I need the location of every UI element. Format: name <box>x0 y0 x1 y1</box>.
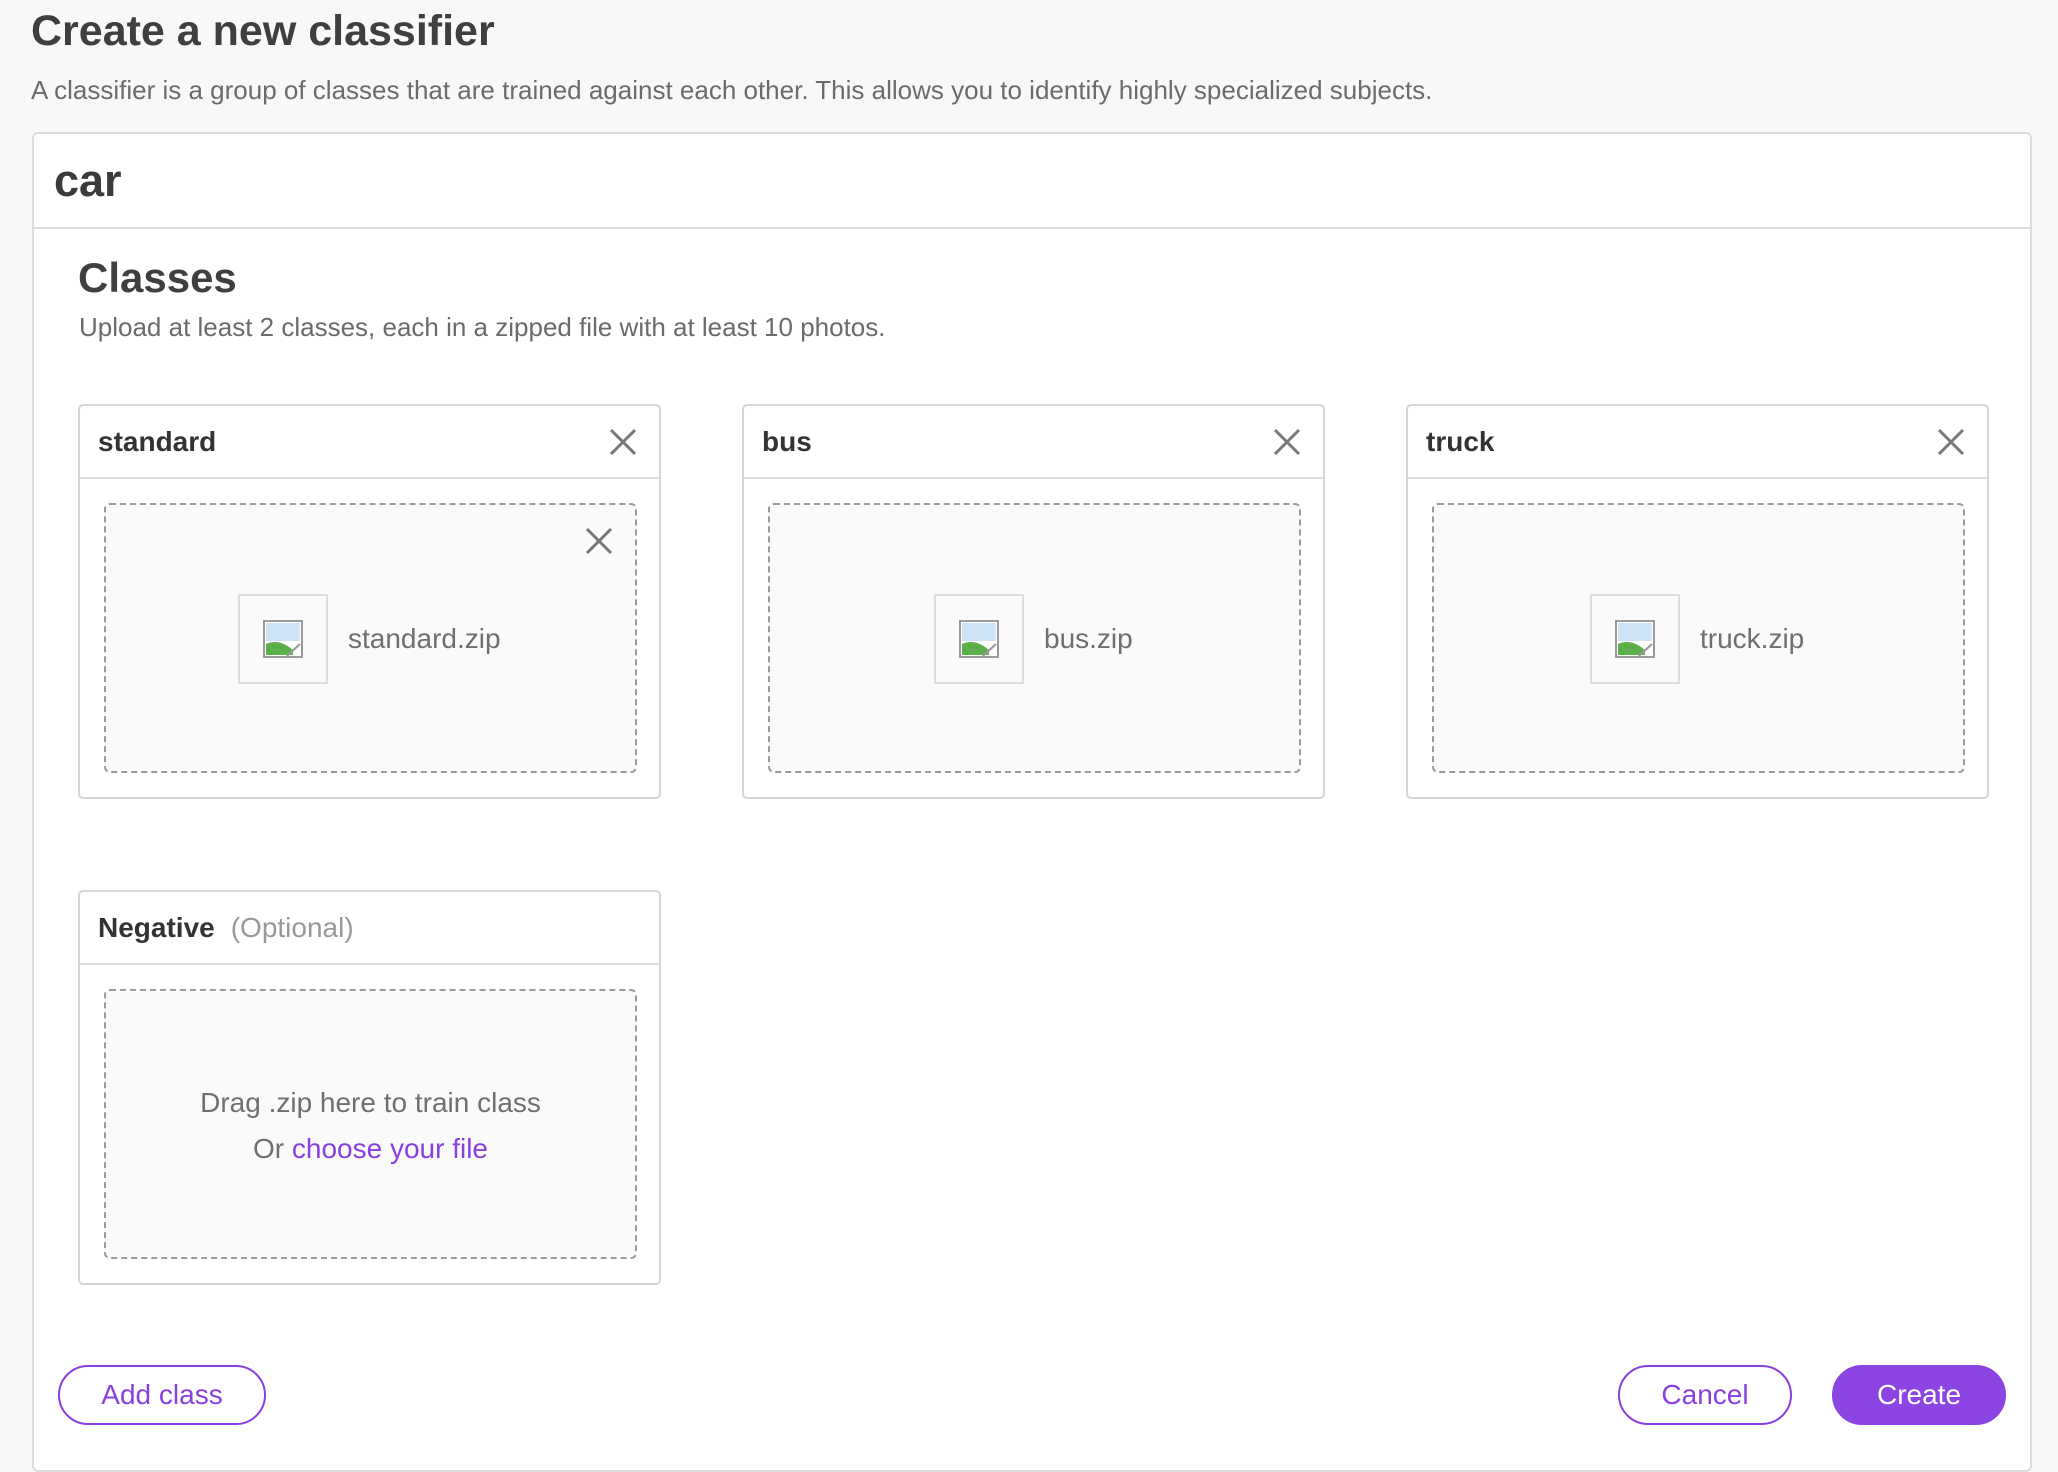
file-name: truck.zip <box>1700 623 1805 654</box>
class-card-header: bus <box>744 406 1323 479</box>
classifier-name-row <box>34 134 2030 229</box>
choose-file-line: Or choose your file <box>106 1133 635 1165</box>
broken-image-icon <box>1590 594 1680 684</box>
negative-title-group: Negative (Optional) <box>98 912 354 944</box>
class-card-bus: bus bus.zip <box>742 404 1325 799</box>
create-button[interactable]: Create <box>1832 1365 2006 1425</box>
classes-description: Upload at least 2 classes, each in a zip… <box>79 312 886 342</box>
negative-class-card: Negative (Optional) Drag .zip here to tra… <box>78 890 661 1285</box>
file-name: standard.zip <box>348 623 501 654</box>
class-name: bus <box>762 425 812 457</box>
class-dropzone[interactable]: standard.zip <box>104 503 637 773</box>
or-text: Or <box>253 1133 285 1164</box>
page-title: Create a new classifier <box>31 7 495 55</box>
page-subtitle: A classifier is a group of classes that … <box>31 75 1433 105</box>
negative-dropzone[interactable]: Drag .zip here to train class Or choose … <box>104 989 637 1259</box>
drop-instructions: Drag .zip here to train class <box>200 1087 541 1118</box>
close-icon[interactable] <box>605 424 641 460</box>
file-name: bus.zip <box>1044 623 1133 654</box>
class-card-header: truck <box>1408 406 1987 479</box>
class-card-header: standard <box>80 406 659 479</box>
uploaded-file: bus.zip <box>934 594 1133 684</box>
class-name: standard <box>98 425 217 457</box>
cancel-button[interactable]: Cancel <box>1618 1365 1792 1425</box>
close-icon[interactable] <box>1933 424 1969 460</box>
class-card-truck: truck truck.zip <box>1406 404 1989 799</box>
broken-image-icon <box>238 594 328 684</box>
class-dropzone[interactable]: bus.zip <box>768 503 1301 773</box>
page-header: Create a new classifier A classifier is … <box>31 0 1432 106</box>
classifier-panel: Classes Upload at least 2 classes, each … <box>32 132 2032 1472</box>
class-card-header: Negative (Optional) <box>80 892 659 965</box>
class-card-standard: standard standard.zip <box>78 404 661 799</box>
uploaded-file: standard.zip <box>238 594 501 684</box>
choose-file-link[interactable]: choose your file <box>292 1133 488 1164</box>
class-name: truck <box>1426 425 1495 457</box>
classifier-name-input[interactable] <box>54 154 1954 207</box>
negative-title: Negative <box>98 911 215 943</box>
classes-title: Classes <box>78 254 237 301</box>
optional-label: (Optional) <box>230 911 354 943</box>
close-icon[interactable] <box>581 523 617 559</box>
close-icon[interactable] <box>1269 424 1305 460</box>
class-dropzone[interactable]: truck.zip <box>1432 503 1965 773</box>
add-class-button[interactable]: Add class <box>58 1365 266 1425</box>
broken-image-icon <box>934 594 1024 684</box>
uploaded-file: truck.zip <box>1590 594 1804 684</box>
